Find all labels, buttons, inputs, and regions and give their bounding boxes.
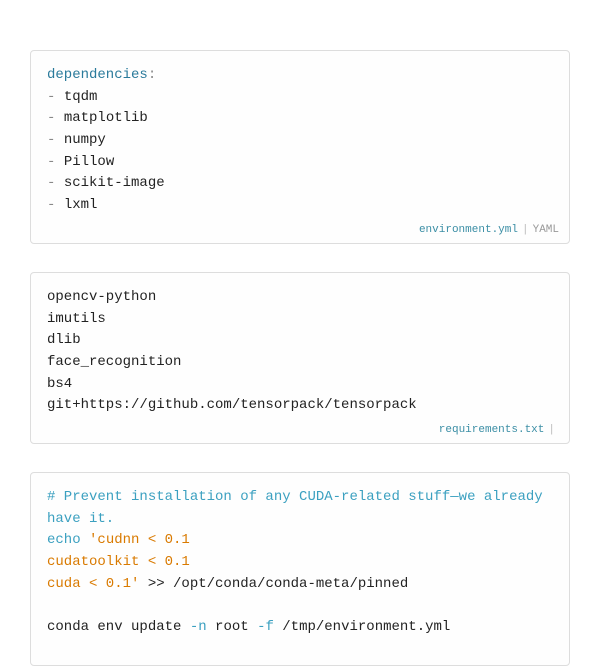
yaml-key: dependencies: [47, 67, 148, 83]
req-line: bs4: [47, 374, 553, 396]
yaml-item: - lxml: [47, 195, 553, 217]
req-line: imutils: [47, 309, 553, 331]
yaml-item: - Pillow: [47, 152, 553, 174]
shell-line: echo 'cudnn < 0.1: [47, 530, 553, 552]
code-footer: requirements.txt|: [439, 422, 559, 439]
yaml-item: - scikit-image: [47, 173, 553, 195]
req-line: face_recognition: [47, 352, 553, 374]
code-block-shell: # Prevent installation of any CUDA-relat…: [30, 472, 570, 666]
req-line: dlib: [47, 330, 553, 352]
code-footer: environment.yml|YAML: [419, 222, 559, 239]
req-line: opencv-python: [47, 287, 553, 309]
shell-line: cudatoolkit < 0.1: [47, 552, 553, 574]
yaml-item: - tqdm: [47, 87, 553, 109]
yaml-line: dependencies:: [47, 65, 553, 87]
yaml-item: - numpy: [47, 130, 553, 152]
shell-line: cuda < 0.1' >> /opt/conda/conda-meta/pin…: [47, 574, 553, 596]
shell-comment: # Prevent installation of any CUDA-relat…: [47, 487, 553, 530]
yaml-item: - matplotlib: [47, 108, 553, 130]
filename-link[interactable]: environment.yml: [419, 224, 518, 236]
req-line: git+https://github.com/tensorpack/tensor…: [47, 395, 553, 417]
code-block-requirements-txt: opencv-python imutils dlib face_recognit…: [30, 272, 570, 444]
code-block-environment-yml: dependencies: - tqdm - matplotlib - nump…: [30, 50, 570, 244]
shell-line-partial: conda env update -n root -f /tmp/environ…: [47, 617, 553, 639]
filename-link[interactable]: requirements.txt: [439, 424, 545, 436]
lang-label: YAML: [533, 224, 559, 236]
